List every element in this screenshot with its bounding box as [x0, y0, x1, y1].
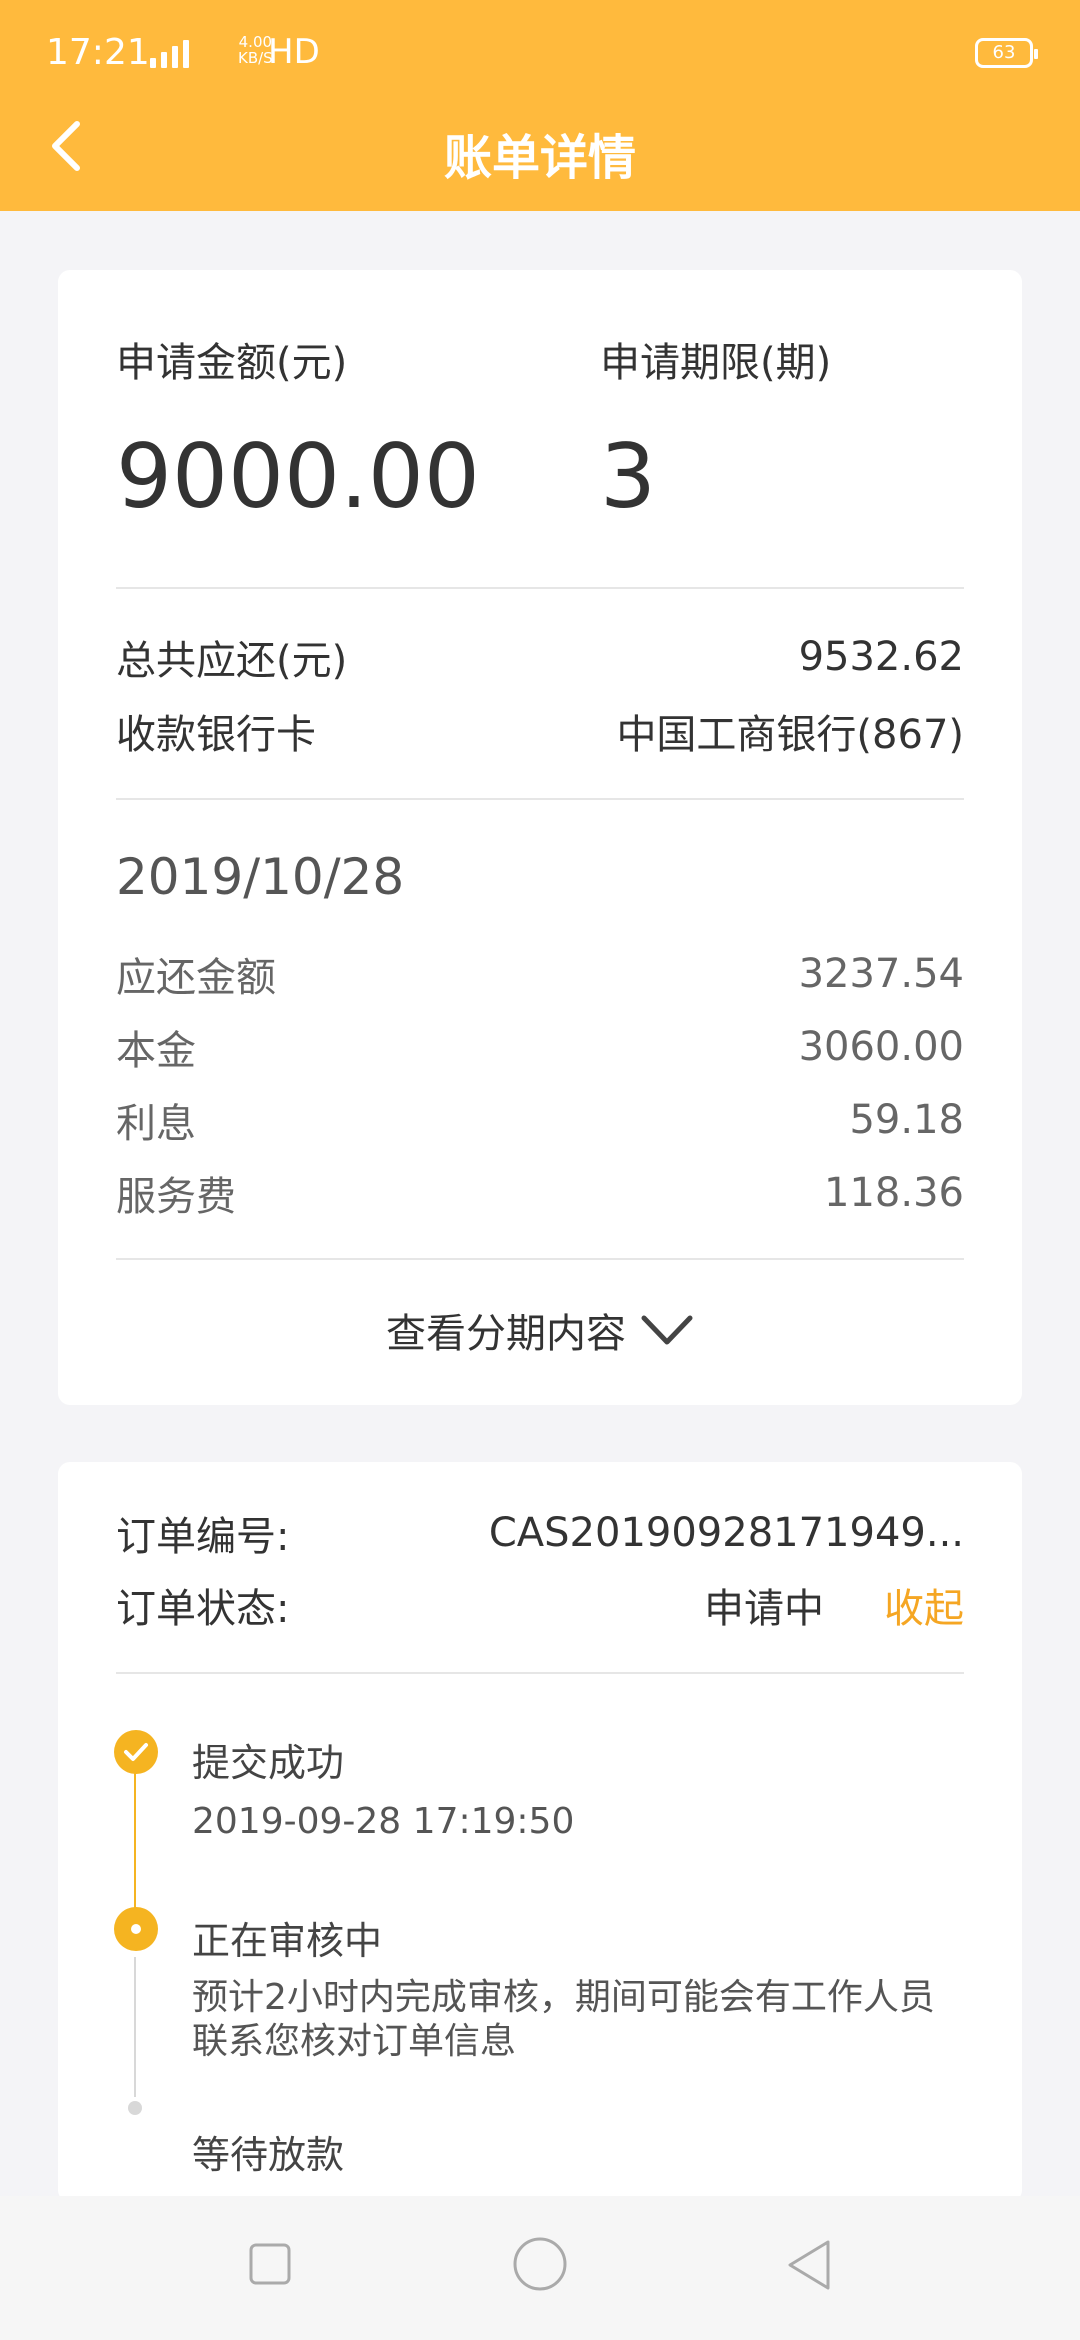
timeline-step-title: 正在审核中 [192, 1919, 383, 1963]
signal-icon [150, 34, 189, 68]
installment-row-value: 118.36 [824, 1170, 964, 1216]
view-installments-button[interactable]: 查看分期内容 [58, 1290, 1022, 1370]
total-row: 总共应还(元) 9532.62 [116, 628, 964, 686]
timeline-connector [134, 1957, 136, 2097]
divider [116, 1672, 964, 1674]
timeline-step-desc-line: 预计2小时内完成审核，期间可能会有工作人员 [192, 1977, 935, 2018]
amount-label: 申请金额(元) [116, 340, 348, 386]
check-icon [124, 1743, 148, 1761]
installment-row: 利息 59.18 [116, 1091, 964, 1149]
timeline-step-time: 2019-09-28 17:19:50 [192, 1801, 575, 1842]
timeline-connector [134, 1754, 136, 1932]
bank-card-value: 中国工商银行(867) [616, 712, 964, 758]
chevron-down-icon [641, 1315, 693, 1345]
installment-row-label: 利息 [116, 1101, 196, 1147]
step-current-icon [114, 1907, 158, 1951]
term-label: 申请期限(期) [600, 340, 832, 386]
order-status-value: 申请中 [704, 1586, 824, 1632]
order-status-row: 订单状态: 申请中 收起 [116, 1576, 964, 1634]
order-card: 订单编号: CAS20190928171949... 订单状态: 申请中 收起 … [58, 1462, 1022, 2202]
status-bar: 17:21 4.00 KB/S HD 63 [0, 0, 1080, 110]
bank-card-row: 收款银行卡 中国工商银行(867) [116, 702, 964, 760]
status-time: 17:21 [46, 32, 150, 73]
page-title: 账单详情 [443, 130, 636, 186]
timeline-step-title: 等待放款 [192, 2133, 345, 2177]
order-number-row: 订单编号: CAS20190928171949... [116, 1504, 964, 1562]
installment-row-label: 服务费 [116, 1174, 236, 1220]
installment-row: 服务费 118.36 [116, 1164, 964, 1222]
home-button[interactable] [512, 2236, 568, 2296]
step-done-icon [114, 1730, 158, 1774]
installment-row-label: 本金 [116, 1028, 196, 1074]
divider [116, 1258, 964, 1260]
collapse-button[interactable]: 收起 [884, 1576, 964, 1634]
back-nav-button[interactable] [784, 2238, 834, 2296]
divider [116, 798, 964, 800]
order-number-label: 订单编号: [116, 1514, 290, 1560]
order-status-label: 订单状态: [116, 1586, 290, 1632]
bank-card-label: 收款银行卡 [116, 712, 316, 758]
installment-row-value: 3060.00 [798, 1024, 964, 1070]
timeline-step-desc: 预计2小时内完成审核，期间可能会有工作人员 联系您核对订单信息 [192, 1976, 935, 2064]
installment-row-value: 3237.54 [798, 951, 964, 997]
total-value: 9532.62 [798, 634, 964, 680]
timeline-step-title: 提交成功 [192, 1741, 345, 1785]
battery-icon: 63 [975, 38, 1038, 68]
installment-date: 2019/10/28 [116, 848, 405, 906]
system-nav-bar [0, 2196, 1080, 2340]
step-pending-icon [128, 2101, 142, 2115]
recents-button[interactable] [248, 2242, 292, 2290]
bill-summary-card: 申请金额(元) 9000.00 申请期限(期) 3 总共应还(元) 9532.6… [58, 270, 1022, 1405]
installment-row-value: 59.18 [849, 1097, 964, 1143]
divider [116, 587, 964, 589]
term-value: 3 [600, 425, 656, 528]
order-status-group: 申请中 收起 [704, 1576, 964, 1634]
timeline-step-desc-line: 联系您核对订单信息 [192, 2021, 517, 2062]
square-icon [249, 2243, 291, 2285]
installment-row: 应还金额 3237.54 [116, 945, 964, 1003]
circle-icon [513, 2237, 567, 2291]
installment-row-label: 应还金额 [116, 955, 276, 1001]
view-installments-label: 查看分期内容 [386, 1311, 626, 1357]
total-label: 总共应还(元) [116, 638, 348, 684]
hd-indicator: HD [268, 32, 320, 72]
amount-value: 9000.00 [116, 425, 480, 528]
order-number-value: CAS20190928171949... [488, 1510, 964, 1556]
installment-row: 本金 3060.00 [116, 1018, 964, 1076]
triangle-back-icon [788, 2240, 830, 2290]
